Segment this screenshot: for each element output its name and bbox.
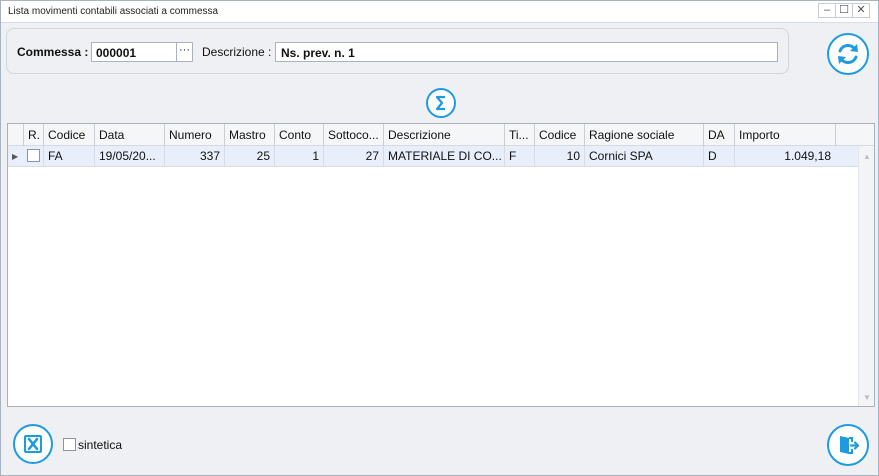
col-da[interactable]: DA <box>703 124 734 146</box>
row-pointer-icon: ▶ <box>12 152 19 161</box>
col-numero[interactable]: Numero <box>164 124 224 146</box>
window-controls: – ☐ ✕ <box>818 3 870 18</box>
col-codice-anagrafica[interactable]: Codice <box>534 124 584 146</box>
scroll-down-icon[interactable]: ▼ <box>863 393 871 402</box>
window: Lista movimenti contabili associati a co… <box>0 0 879 476</box>
cell-conto: 1 <box>274 146 323 167</box>
col-sottoconto[interactable]: Sottoco... <box>323 124 383 146</box>
window-title: Lista movimenti contabili associati a co… <box>8 6 219 17</box>
sum-button[interactable] <box>426 88 456 118</box>
col-conto[interactable]: Conto <box>274 124 323 146</box>
cell-tipo: F <box>504 146 534 167</box>
excel-export-icon <box>24 435 42 453</box>
descrizione-input[interactable]: Ns. prev. n. 1 <box>275 42 778 62</box>
cell-mastro: 25 <box>224 146 274 167</box>
close-button[interactable]: ✕ <box>852 3 870 18</box>
commessa-input[interactable]: 000001 <box>91 42 177 62</box>
maximize-button[interactable]: ☐ <box>835 3 853 18</box>
cell-descrizione: MATERIALE DI CO... <box>383 146 504 167</box>
commessa-panel: Commessa : 000001 ··· Descrizione : Ns. … <box>6 28 789 74</box>
col-mastro[interactable]: Mastro <box>224 124 274 146</box>
cell-sottoconto: 27 <box>323 146 383 167</box>
col-tipo[interactable]: Ti... <box>504 124 534 146</box>
cell-codice-anagrafica: 10 <box>534 146 584 167</box>
cell-ragione-sociale: Cornici SPA <box>584 146 703 167</box>
descrizione-label: Descrizione : <box>202 45 272 59</box>
refresh-icon <box>838 43 858 65</box>
col-filler <box>835 124 874 146</box>
cell-numero: 337 <box>164 146 224 167</box>
excel-export-button[interactable] <box>13 424 53 464</box>
col-ragione-sociale[interactable]: Ragione sociale <box>584 124 703 146</box>
cell-data: 19/05/20... <box>94 146 164 167</box>
movimenti-grid[interactable]: R. Codice Data Numero Mastro Conto Sotto… <box>7 123 875 407</box>
refresh-button[interactable] <box>827 33 869 75</box>
table-row[interactable]: ▶ FA 19/05/20... 337 25 1 27 MATERIALE D… <box>8 146 858 167</box>
scroll-up-icon[interactable]: ▲ <box>863 152 871 161</box>
cell-da: D <box>703 146 734 167</box>
col-codice[interactable]: Codice <box>43 124 94 146</box>
commessa-label: Commessa : <box>17 45 89 59</box>
title-bar: Lista movimenti contabili associati a co… <box>1 1 878 23</box>
col-data[interactable]: Data <box>94 124 164 146</box>
cell-importo: 1.049,18 <box>734 146 835 167</box>
vertical-scrollbar[interactable]: ▲ ▼ <box>858 146 874 406</box>
cell-codice: FA <box>43 146 94 167</box>
commessa-lookup-button[interactable]: ··· <box>176 42 193 62</box>
exit-button[interactable] <box>827 424 869 466</box>
grid-header: R. Codice Data Numero Mastro Conto Sotto… <box>8 124 874 146</box>
col-r[interactable]: R. <box>23 124 43 146</box>
sigma-icon <box>435 95 445 111</box>
col-descrizione[interactable]: Descrizione <box>383 124 504 146</box>
sintetica-checkbox[interactable] <box>63 438 76 451</box>
col-importo[interactable]: Importo <box>734 124 835 146</box>
row-checkbox[interactable] <box>27 149 40 162</box>
exit-icon <box>840 436 860 454</box>
minimize-button[interactable]: – <box>818 3 836 18</box>
sintetica-label: sintetica <box>78 438 123 452</box>
